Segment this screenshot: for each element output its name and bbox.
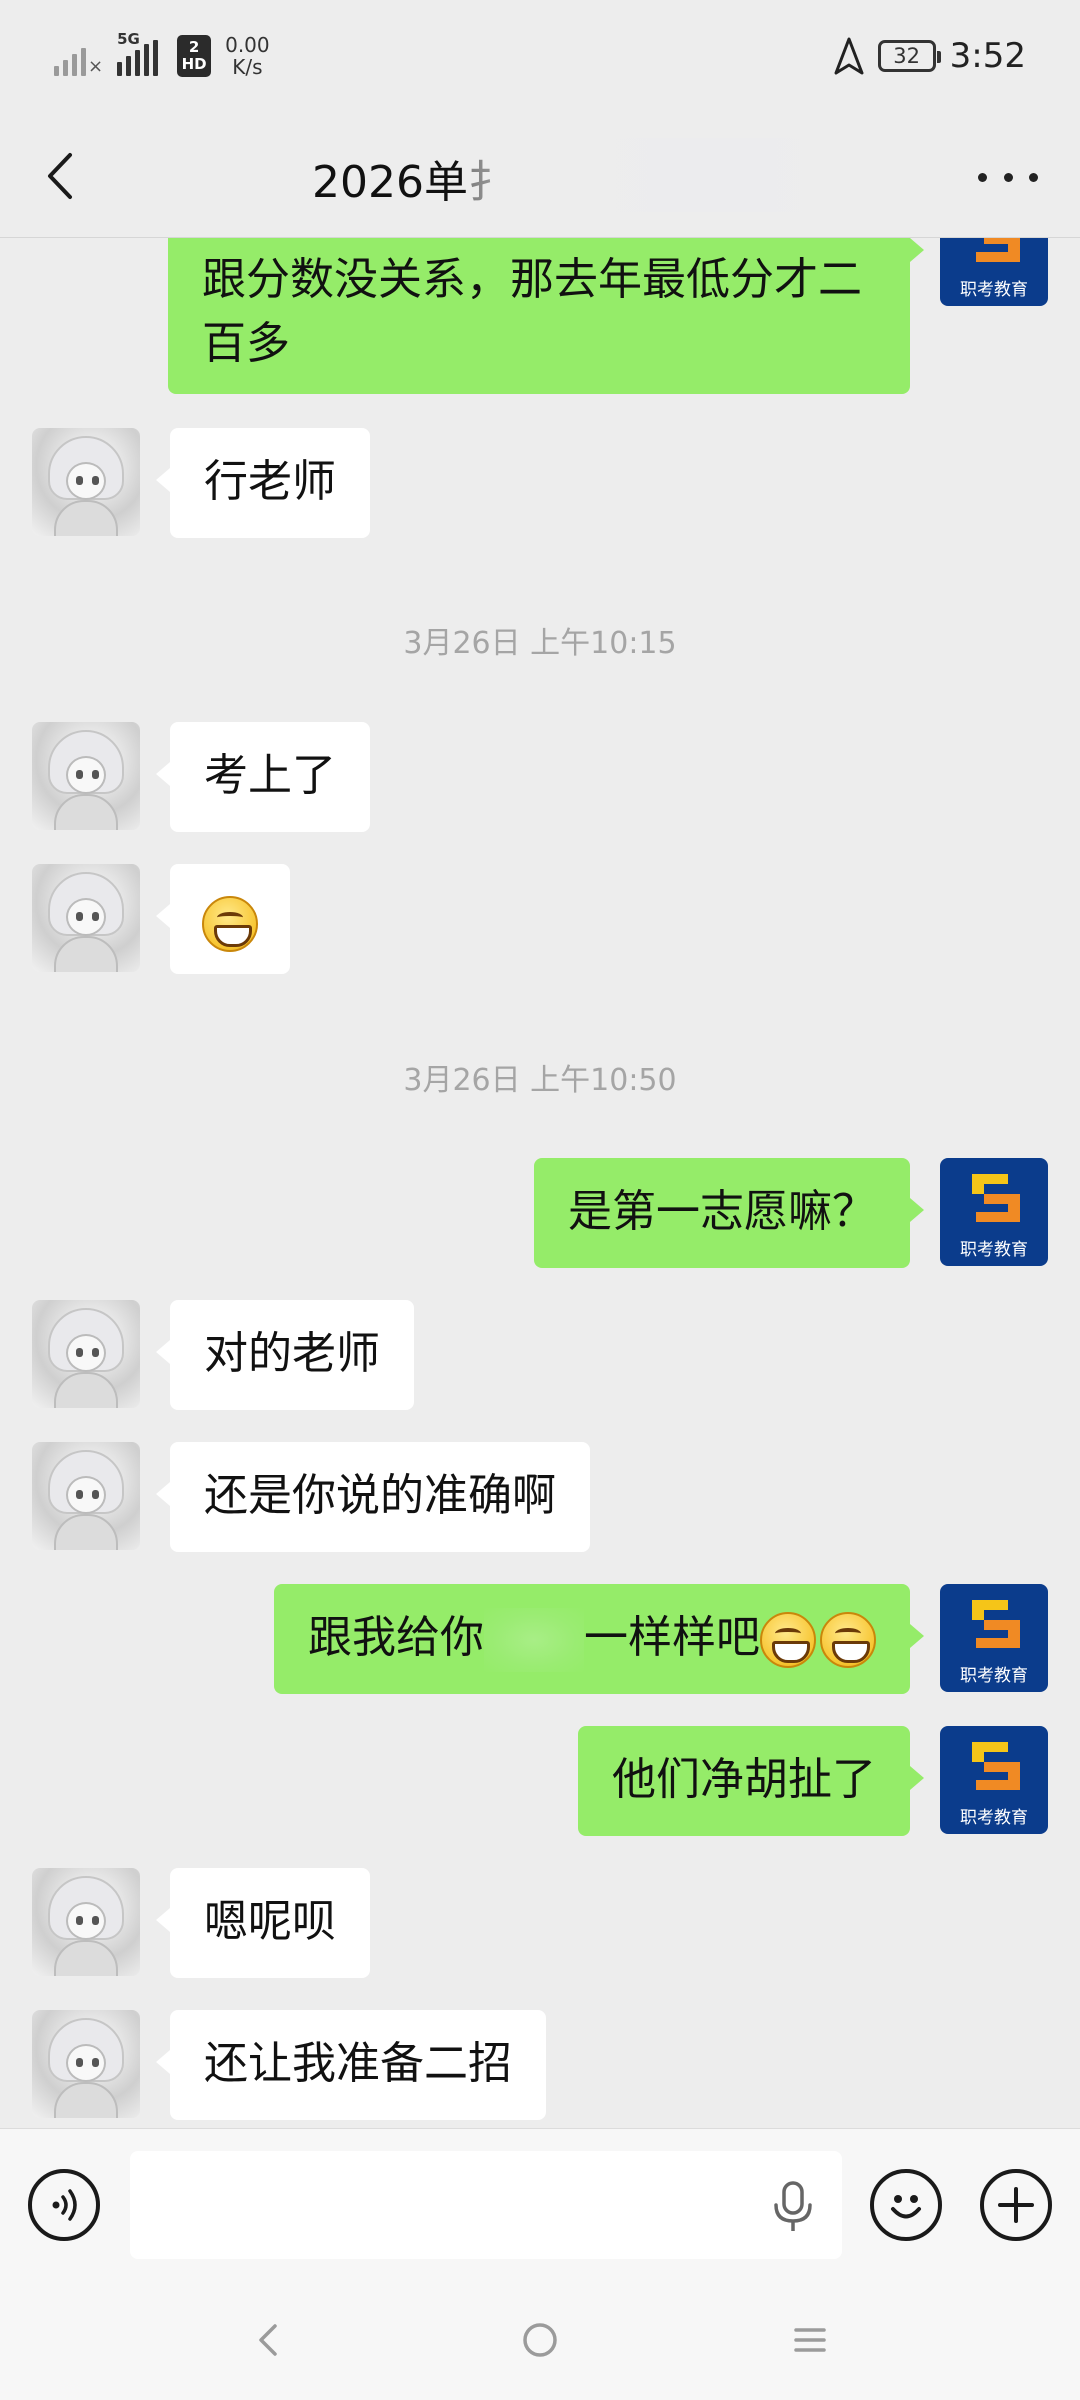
title-redaction-blur xyxy=(470,138,830,212)
avatar-label: 职考教育 xyxy=(960,1808,1028,1828)
message-text: 考上了 xyxy=(204,750,336,801)
status-time: 3:52 xyxy=(949,36,1026,76)
plus-button[interactable] xyxy=(980,2169,1052,2241)
message-timestamp: 3月26日 上午10:15 xyxy=(403,626,677,661)
sender-avatar[interactable]: 职考教育 xyxy=(940,1158,1048,1266)
battery-level: 32 xyxy=(893,44,920,68)
status-left: × 5G 2 HD 0.00 K/s xyxy=(54,26,270,86)
brand-logo-icon xyxy=(972,1600,1020,1648)
grin-emoji-icon xyxy=(202,896,258,952)
message-bubble[interactable]: 跟分数没关系，那去年最低分才二百多 xyxy=(168,238,924,394)
contact-avatar[interactable] xyxy=(32,428,140,536)
microphone-icon[interactable] xyxy=(770,2181,816,2233)
avatar-label: 职考教育 xyxy=(960,280,1028,300)
nav-home-button[interactable] xyxy=(510,2310,570,2370)
message-text: 还让我准备二招 xyxy=(204,2038,512,2089)
message-bubble[interactable]: 行老师 xyxy=(156,428,370,538)
chat-header: 2026单扌 xyxy=(0,110,1080,238)
contact-avatar[interactable] xyxy=(32,1300,140,1408)
message-text: 对的老师 xyxy=(204,1328,380,1379)
message-input[interactable] xyxy=(130,2151,842,2259)
signal-weak-icon: × xyxy=(54,36,103,76)
network-type: 5G xyxy=(117,30,140,48)
emoji-button[interactable] xyxy=(870,2169,942,2241)
plus-icon xyxy=(998,2187,1034,2223)
grin-emoji-icon xyxy=(760,1612,816,1668)
nav-menu-button[interactable] xyxy=(780,2310,840,2370)
message-text: 跟分数没关系，那去年最低分才二百多 xyxy=(202,254,862,369)
nav-home-icon xyxy=(523,2323,557,2357)
more-button[interactable] xyxy=(978,162,1038,192)
message-text: 行老师 xyxy=(204,456,336,507)
nav-back-button[interactable] xyxy=(238,2310,298,2370)
message-bubble[interactable] xyxy=(156,864,290,974)
brand-logo-icon xyxy=(972,1174,1020,1222)
brand-logo-icon xyxy=(972,1742,1020,1790)
nav-back-icon xyxy=(259,2324,277,2356)
sender-avatar[interactable]: 职考教育 xyxy=(940,238,1048,306)
message-text: 是第一志愿嘛？ xyxy=(568,1186,876,1237)
avatar-label: 职考教育 xyxy=(960,1240,1028,1260)
message-bubble[interactable]: 是第一志愿嘛？ xyxy=(534,1158,924,1268)
input-bar xyxy=(0,2128,1080,2280)
smiley-icon xyxy=(891,2195,921,2219)
contact-avatar[interactable] xyxy=(32,1442,140,1550)
message-text: 他们净胡扯了 xyxy=(612,1754,876,1805)
sender-avatar[interactable]: 职考教育 xyxy=(940,1726,1048,1834)
contact-avatar[interactable] xyxy=(32,864,140,972)
message-bubble[interactable]: 嗯呢呗 xyxy=(156,1868,370,1978)
message-text-before: 跟我给你 xyxy=(308,1612,484,1663)
message-bubble[interactable]: 对的老师 xyxy=(156,1300,414,1410)
message-timestamp: 3月26日 上午10:50 xyxy=(403,1063,677,1098)
signal-5g-icon: 5G xyxy=(117,30,163,76)
message-bubble[interactable]: 考上了 xyxy=(156,722,370,832)
location-arrow-icon xyxy=(834,37,864,75)
system-nav-bar xyxy=(0,2280,1080,2400)
sender-avatar[interactable]: 职考教育 xyxy=(940,1584,1048,1692)
hd-badge: 2 HD xyxy=(177,35,212,77)
chevron-left-icon xyxy=(48,153,72,199)
message-bubble[interactable]: 还是你说的准确啊 xyxy=(156,1442,590,1552)
brand-logo-icon xyxy=(976,238,1020,262)
message-bubble[interactable]: 跟我给你 一样样吧 xyxy=(274,1584,924,1694)
message-bubble[interactable]: 还让我准备二招 xyxy=(156,2010,546,2120)
status-bar: × 5G 2 HD 0.00 K/s 32 3:52 xyxy=(0,0,1080,110)
hd-badge-bottom: HD xyxy=(181,55,207,73)
contact-avatar[interactable] xyxy=(32,722,140,830)
message-text: 还是你说的准确啊 xyxy=(204,1470,556,1521)
voice-icon xyxy=(52,2189,77,2221)
avatar-label: 职考教育 xyxy=(960,1666,1028,1686)
message-text: 嗯呢呗 xyxy=(204,1896,336,1947)
battery-icon: 32 xyxy=(877,40,941,72)
grin-emoji-icon xyxy=(820,1612,876,1668)
status-right: 32 3:52 xyxy=(834,28,1026,84)
more-dots-icon xyxy=(978,172,987,182)
contact-avatar[interactable] xyxy=(32,1868,140,1976)
back-button[interactable] xyxy=(34,146,84,206)
redaction-blur xyxy=(484,1608,584,1672)
contact-avatar[interactable] xyxy=(32,2010,140,2118)
message-bubble[interactable]: 他们净胡扯了 xyxy=(578,1726,924,1836)
net-speed: 0.00 K/s xyxy=(225,34,270,78)
voice-button[interactable] xyxy=(28,2169,100,2241)
message-text-after: 一样样吧 xyxy=(584,1612,760,1663)
net-speed-value: 0.00 xyxy=(225,33,270,57)
message-list[interactable]: 跟分数没关系，那去年最低分才二百多 职考教育 行老师 3月26日 上午10:15… xyxy=(0,238,1080,2128)
hd-badge-top: 2 xyxy=(188,38,200,56)
net-speed-unit: K/s xyxy=(232,55,263,79)
no-signal-x: × xyxy=(88,56,104,77)
nav-menu-icon xyxy=(794,2328,826,2352)
